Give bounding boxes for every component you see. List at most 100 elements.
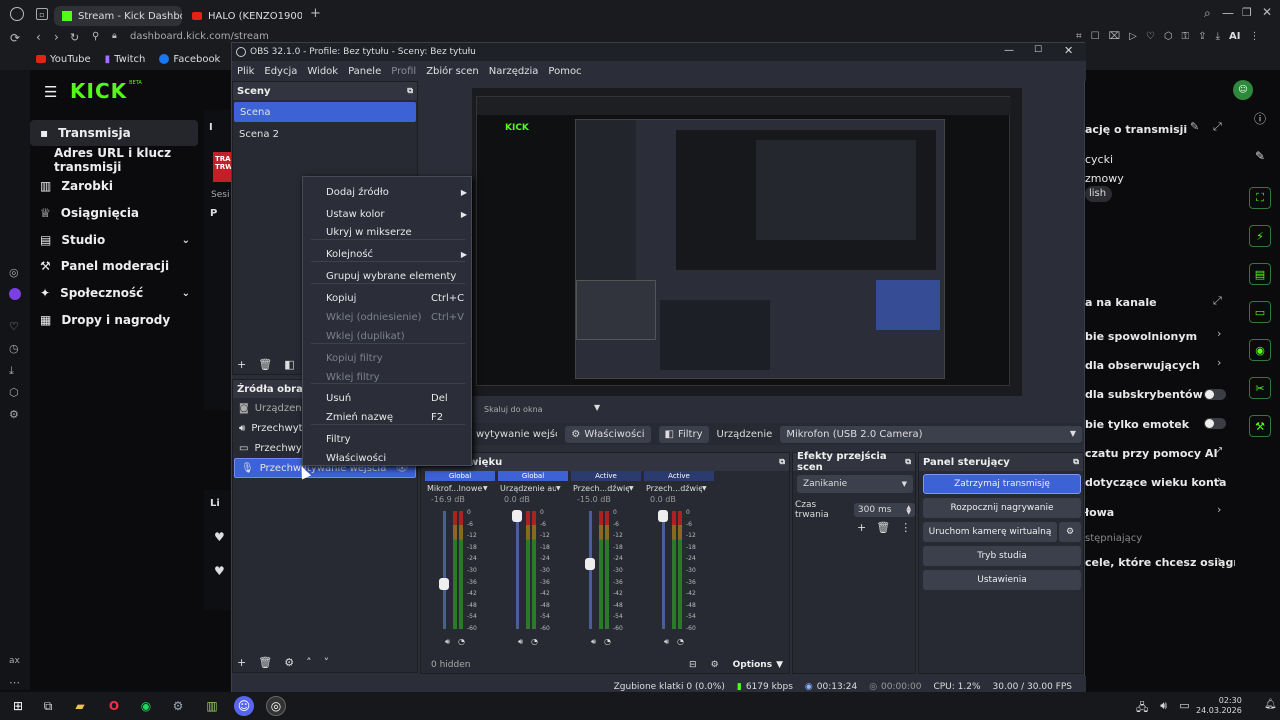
reload-small-icon[interactable]: ⟳ bbox=[10, 31, 20, 45]
transition-select[interactable]: Zanikanie ▼ bbox=[797, 475, 913, 493]
spotify-icon[interactable]: ◉ bbox=[136, 696, 156, 716]
bookmark-twitch[interactable]: ▮ Twitch bbox=[105, 54, 146, 65]
stepper-icon[interactable]: ▲ ▼ bbox=[906, 505, 911, 516]
setting-slow-mode[interactable]: bie spowolnionym bbox=[1085, 325, 1235, 347]
remove-scene-icon[interactable]: 🗑︎ bbox=[258, 358, 272, 371]
mute-icon[interactable]: 🔊︎ bbox=[518, 637, 523, 647]
chevron-right-icon[interactable]: › bbox=[1217, 553, 1221, 566]
nav-zarobki[interactable]: ▥ Zarobki bbox=[30, 173, 198, 199]
wallet-icon[interactable]: ⚿ bbox=[1182, 31, 1190, 42]
minimize-icon[interactable]: — bbox=[1004, 45, 1014, 56]
menu-narzedzia[interactable]: Narzędzia bbox=[489, 66, 539, 77]
popout-icon[interactable]: ⤢ bbox=[1213, 120, 1222, 134]
menu-plik[interactable]: Plik bbox=[237, 66, 254, 77]
menu-widok[interactable]: Widok bbox=[307, 66, 338, 77]
pencil-icon[interactable]: ✎ bbox=[1240, 149, 1280, 163]
volume-fader-track[interactable] bbox=[662, 511, 665, 629]
battery-icon[interactable]: ▭ bbox=[1179, 699, 1189, 718]
add-transition-icon[interactable]: + bbox=[857, 521, 866, 534]
duration-input[interactable]: 300 ms ▲ ▼ bbox=[853, 503, 915, 517]
more-icon[interactable]: ⋮ bbox=[900, 521, 911, 534]
mute-icon[interactable]: 🔊︎ bbox=[591, 637, 596, 647]
source-settings-icon[interactable]: ⚙ bbox=[284, 656, 294, 669]
setting-words[interactable]: łowa bbox=[1085, 501, 1235, 523]
channel-name-row[interactable]: Mikrof...lnowe ▼ bbox=[425, 481, 495, 495]
filters-button[interactable]: ◧ Filtry bbox=[658, 425, 709, 443]
screenshot-icon[interactable]: ⌧ bbox=[1109, 31, 1121, 42]
subscribers-toggle[interactable] bbox=[1204, 389, 1226, 400]
monitor-icon[interactable]: ◔ bbox=[604, 637, 611, 647]
channel-name-row[interactable]: Przech...dźwięku▼ bbox=[644, 481, 714, 495]
bookmark-facebook[interactable]: Facebook bbox=[159, 54, 220, 65]
close-icon[interactable]: ✕ bbox=[1064, 44, 1073, 57]
channel-name-row[interactable]: Przech...dźwięku▼ bbox=[571, 481, 641, 495]
scene-filters-icon[interactable]: ◧ bbox=[284, 358, 294, 371]
chevron-down-icon[interactable]: ▼ bbox=[483, 485, 488, 492]
setting-account-age[interactable]: dotyczące wieku konta bbox=[1085, 471, 1235, 493]
nav-transmisja[interactable]: ▪ Transmisja bbox=[30, 120, 198, 146]
nav-dropy[interactable]: ▦ Dropy i nagrody bbox=[30, 307, 198, 333]
studio-mode-button[interactable]: Tryb studia bbox=[923, 546, 1081, 566]
dock-float-icon[interactable]: ⧉ bbox=[905, 457, 911, 467]
chevron-right-icon[interactable]: › bbox=[1217, 356, 1221, 369]
sidebar-more-icon[interactable]: ⋯ bbox=[9, 676, 20, 689]
url-field[interactable]: dashboard.kick.com/stream bbox=[130, 31, 269, 42]
broadcast-icon[interactable]: ◉ bbox=[1249, 339, 1271, 361]
back-icon[interactable]: ‹ bbox=[36, 30, 41, 44]
document-icon[interactable]: ▤ bbox=[1249, 263, 1271, 285]
stop-streaming-button[interactable]: Zatrzymaj transmisję bbox=[923, 474, 1081, 494]
wrench-icon[interactable]: ⚒ bbox=[1249, 415, 1271, 437]
menu-pomoc[interactable]: Pomoc bbox=[548, 66, 581, 77]
context-menu-item[interactable]: Ustaw kolor ▶ bbox=[303, 205, 473, 223]
preview-area[interactable]: KICK bbox=[472, 88, 1022, 396]
add-scene-icon[interactable]: + bbox=[237, 358, 246, 371]
nav-osiagniecia[interactable]: ♕ Osiągnięcia bbox=[30, 200, 198, 226]
sidebar-opera-icon[interactable]: ◎ bbox=[9, 266, 19, 279]
nav-stream-key[interactable]: Adres URL i klucz transmisji bbox=[44, 146, 204, 174]
volume-icon[interactable]: 🔊︎ bbox=[1160, 699, 1167, 718]
heart-icon[interactable]: ♥ bbox=[214, 564, 225, 578]
dock-float-icon[interactable]: ⧉ bbox=[1073, 457, 1079, 467]
heart-icon[interactable]: ♡ bbox=[1146, 31, 1155, 42]
properties-button[interactable]: ⚙ Właściwości bbox=[565, 425, 651, 443]
play-icon[interactable]: ▷ bbox=[1129, 31, 1137, 42]
volume-fader-handle[interactable] bbox=[658, 509, 668, 522]
discord-icon[interactable]: ☺ bbox=[234, 696, 254, 716]
remove-source-icon[interactable]: 🗑︎ bbox=[258, 656, 272, 669]
bookmark-icon[interactable]: ☐ bbox=[1091, 31, 1100, 42]
sidebar-download-icon[interactable]: ⤓ bbox=[9, 364, 14, 378]
opera-gx-icon[interactable]: O bbox=[104, 696, 124, 716]
sidebar-heart-icon[interactable]: ♡ bbox=[9, 320, 19, 333]
setting-ai-moderation[interactable]: czatu przy pomocy AI bbox=[1085, 442, 1235, 464]
nav-panel-moderacji[interactable]: ⚒ Panel moderacji bbox=[30, 253, 198, 279]
device-select[interactable]: Mikrofon (USB 2.0 Camera) ▼ bbox=[780, 425, 1082, 443]
context-menu-item[interactable]: Filtry bbox=[303, 430, 473, 448]
scene-item[interactable]: Scena 2 bbox=[233, 124, 417, 144]
mute-icon[interactable]: 🔊︎ bbox=[664, 637, 669, 647]
virtual-camera-button[interactable]: Uruchom kamerę wirtualną bbox=[923, 522, 1057, 542]
tab-kick-dashboard[interactable]: Stream - Kick Dashboard ✕ bbox=[54, 6, 182, 26]
obs-taskbar-icon[interactable]: ◎ bbox=[266, 696, 286, 716]
reload-icon[interactable]: ↻ bbox=[70, 31, 79, 44]
menu-panele[interactable]: Panele bbox=[348, 66, 381, 77]
channel-name-row[interactable]: Urządzenie audio▼ bbox=[498, 481, 568, 495]
chevron-down-icon[interactable]: ▼ bbox=[702, 485, 707, 492]
chevron-down-icon[interactable]: ▼ bbox=[629, 485, 634, 492]
maximize-icon[interactable]: ☐ bbox=[1034, 45, 1042, 55]
start-recording-button[interactable]: Rozpocznij nagrywanie bbox=[923, 498, 1081, 518]
new-tab-icon[interactable]: + bbox=[310, 6, 321, 21]
move-up-icon[interactable]: ˄ bbox=[306, 656, 312, 669]
tab-youtube[interactable]: HALO (KENZO1900X) ORG bbox=[184, 6, 302, 26]
setting-goals[interactable]: cele, które chcesz osiągnąć bbox=[1085, 551, 1235, 573]
info-icon[interactable]: ⓘ bbox=[1240, 110, 1280, 127]
menu-edycja[interactable]: Edycja bbox=[264, 66, 297, 77]
monitor-icon[interactable]: ◔ bbox=[458, 637, 465, 647]
download-icon[interactable]: ⤓ bbox=[1216, 31, 1220, 42]
clip-icon[interactable]: ✂ bbox=[1249, 377, 1271, 399]
external-link-icon[interactable]: ↗ bbox=[1215, 445, 1223, 456]
move-down-icon[interactable]: ˅ bbox=[324, 656, 330, 669]
dock-float-icon[interactable]: ⧉ bbox=[407, 86, 413, 96]
chevron-right-icon[interactable]: › bbox=[1217, 473, 1221, 486]
file-explorer-icon[interactable]: ▰ bbox=[70, 696, 90, 716]
volume-fader-track[interactable] bbox=[516, 511, 519, 629]
